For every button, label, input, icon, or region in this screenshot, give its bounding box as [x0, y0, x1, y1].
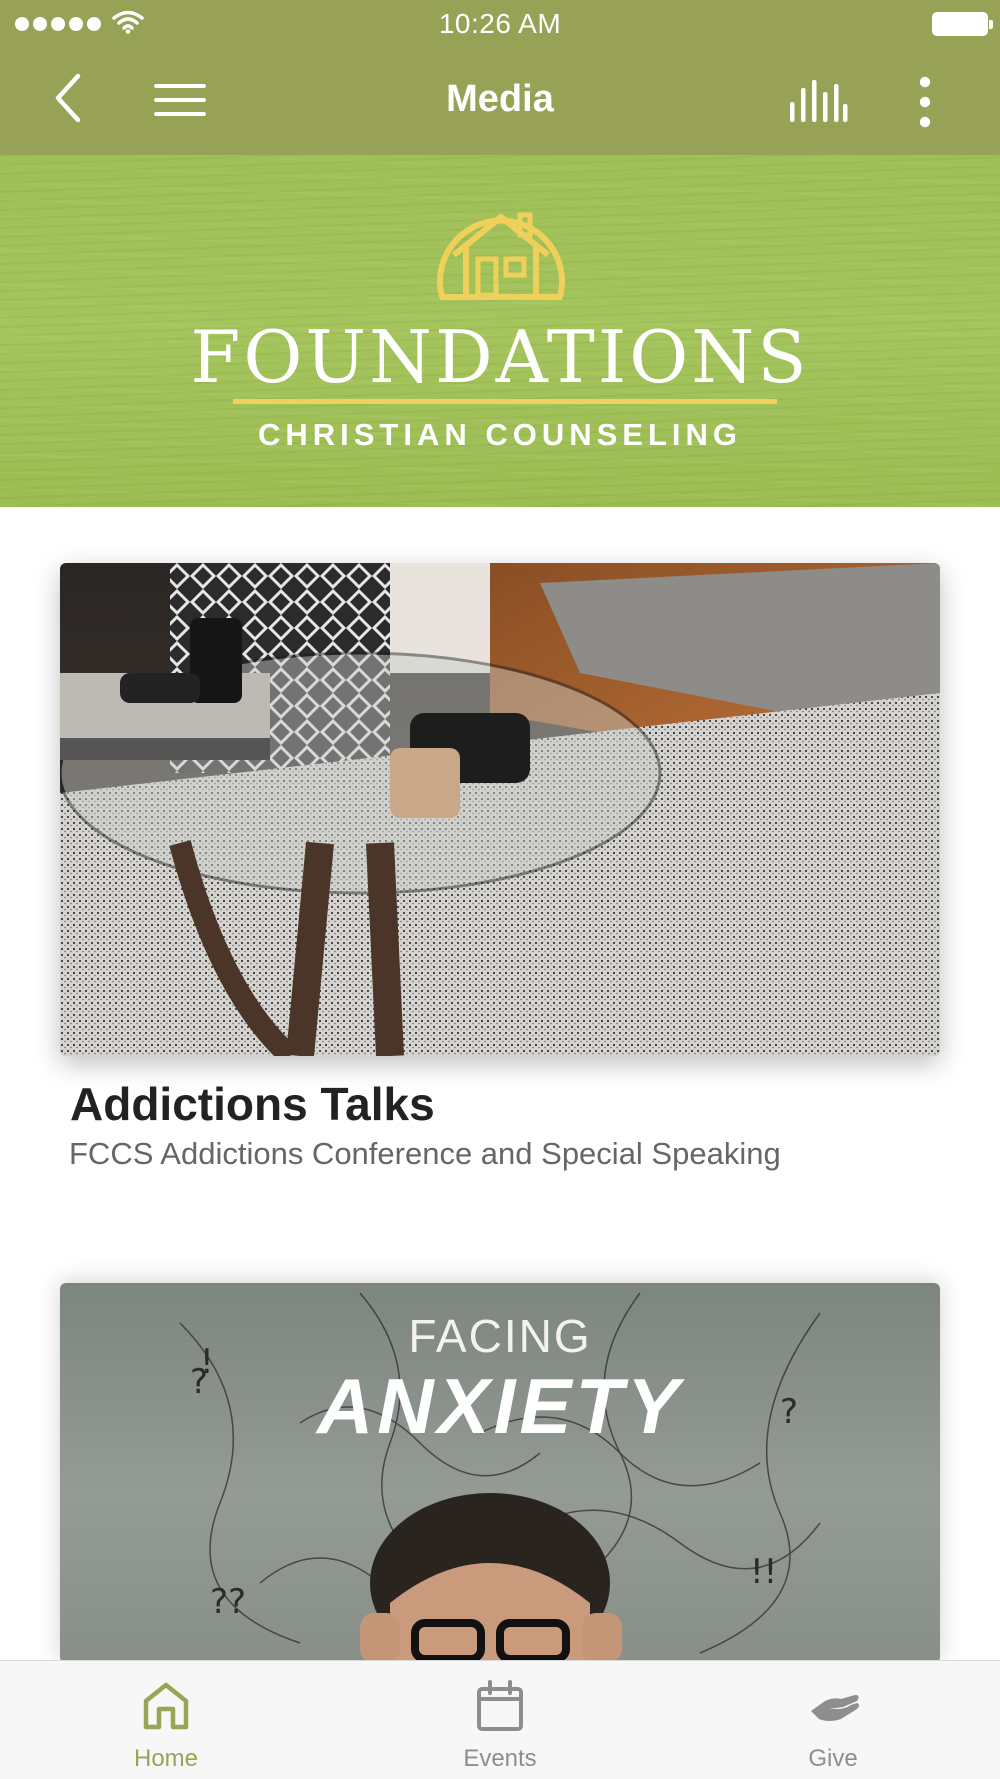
- more-options-button[interactable]: [910, 74, 940, 135]
- tab-events[interactable]: Events: [400, 1661, 600, 1779]
- calendar-icon: [477, 1680, 523, 1731]
- tab-bar: Home Events Give: [0, 1660, 1000, 1779]
- nav-bar: Media: [0, 50, 1000, 155]
- stats-button[interactable]: [788, 78, 848, 129]
- battery-icon: [932, 12, 993, 36]
- home-icon: [143, 1682, 189, 1730]
- brand-divider: [233, 399, 777, 404]
- card-subtitle: FCCS Addictions Conference and Special S…: [69, 1136, 781, 1171]
- svg-text:!!: !!: [750, 1552, 777, 1592]
- house-logo-icon: [437, 212, 565, 300]
- tab-label: Home: [133, 1745, 199, 1772]
- tab-home[interactable]: Home: [66, 1661, 266, 1779]
- bar-chart-icon: [790, 80, 848, 122]
- tab-label: Give: [808, 1745, 858, 1772]
- give-hand-icon: [811, 1695, 859, 1721]
- card-thumbnail[interactable]: ! ? ? !! ?? FACING ANXIETY: [60, 1283, 940, 1663]
- page-title: Media: [446, 78, 554, 120]
- card-title: Addictions Talks: [70, 1078, 435, 1130]
- svg-text:??: ??: [210, 1582, 246, 1622]
- tab-give[interactable]: Give: [733, 1661, 933, 1779]
- living-room-photo: [60, 563, 940, 1056]
- more-vertical-icon: [919, 76, 931, 128]
- status-bar: 10:26 AM: [0, 0, 1000, 50]
- card-thumbnail[interactable]: [60, 563, 940, 1056]
- image-caption-main: ANXIETY: [316, 1362, 684, 1450]
- brand-subtitle: CHRISTIAN COUNSELING: [257, 417, 743, 452]
- top-bar: 10:26 AM Media: [0, 0, 1000, 155]
- brand-title: FOUNDATIONS: [190, 315, 810, 399]
- status-time: 10:26 AM: [438, 8, 562, 39]
- tab-label: Events: [463, 1745, 537, 1772]
- brand-banner: FOUNDATIONS CHRISTIAN COUNSELING: [0, 155, 1000, 507]
- image-caption-top: FACING: [408, 1310, 592, 1362]
